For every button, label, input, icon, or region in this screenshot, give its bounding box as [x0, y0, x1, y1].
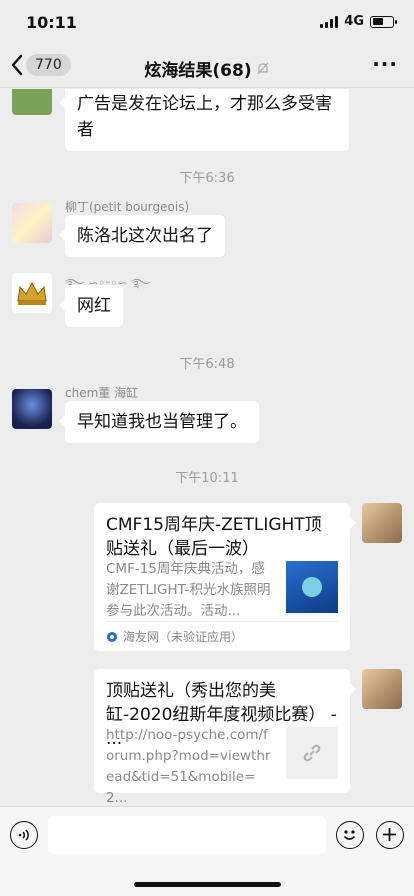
message-bubble[interactable]: 网红 [59, 285, 123, 327]
message-timestamp: 下午6:48 [179, 357, 235, 372]
avatar[interactable] [12, 89, 52, 115]
mute-bell-icon [257, 62, 269, 74]
chat-area[interactable]: 广告是发在论坛上，才那么多受害者 下午6:36 柳丁(petit bourgeo… [0, 89, 414, 806]
more-actions-button[interactable] [376, 821, 404, 849]
avatar[interactable] [12, 203, 52, 243]
more-options-button[interactable]: ··· [372, 54, 398, 74]
voice-icon [18, 829, 29, 841]
app-logo-icon [107, 631, 117, 642]
message-timestamp: 下午10:11 [175, 471, 239, 486]
battery-icon [370, 15, 397, 28]
message-bubble[interactable]: 陈洛北这次出名了 [59, 215, 225, 257]
link-card[interactable]: CMF15周年庆-ZETLIGHT顶贴送礼（最后一波） CMF-15周年庆典活动… [94, 503, 356, 651]
nav-bar: 770 炫海结果(68) ··· [0, 44, 414, 88]
link-card-thumbnail [286, 561, 338, 613]
status-bar: 10:11 4G [0, 0, 414, 44]
my-avatar[interactable] [362, 669, 402, 709]
link-card-description: http://noo-psyche.com/forum.php?mod=view… [106, 727, 271, 806]
status-time: 10:11 [26, 13, 77, 32]
crown-icon [17, 281, 47, 305]
message-timestamp: 下午6:36 [179, 171, 235, 186]
link-icon [303, 744, 321, 762]
message-bubble[interactable]: 早知道我也当管理了。 [59, 401, 259, 443]
link-card-description: CMF-15周年庆典活动，感谢ZETLIGHT-积光水族照明参与此次活动。活动.… [106, 561, 271, 619]
home-indicator [134, 882, 281, 887]
plus-icon [383, 828, 396, 841]
avatar[interactable] [12, 389, 52, 429]
sender-name: chem董 海缸 [65, 386, 139, 400]
link-card-title: CMF15周年庆-ZETLIGHT顶贴送礼（最后一波） [106, 515, 322, 559]
signal-icon [320, 15, 339, 28]
message-bubble[interactable]: 广告是发在论坛上，才那么多受害者 [59, 89, 349, 151]
emoji-icon [343, 830, 356, 840]
chat-title: 炫海结果(68) [144, 61, 252, 81]
link-card-source: 海友网（未验证应用） [123, 630, 244, 644]
message-input[interactable] [48, 816, 326, 854]
link-card[interactable]: 顶贴送礼（秀出您的美缸-2020纽斯年度视频比赛） - ... http://n… [94, 669, 356, 806]
avatar[interactable] [12, 273, 52, 313]
link-card-thumbnail [286, 727, 338, 779]
emoji-button[interactable] [336, 821, 364, 849]
network-label: 4G [344, 14, 364, 29]
my-avatar[interactable] [362, 503, 402, 543]
voice-input-button[interactable] [10, 821, 38, 849]
sender-name: 柳丁(petit bourgeois) [65, 200, 190, 214]
